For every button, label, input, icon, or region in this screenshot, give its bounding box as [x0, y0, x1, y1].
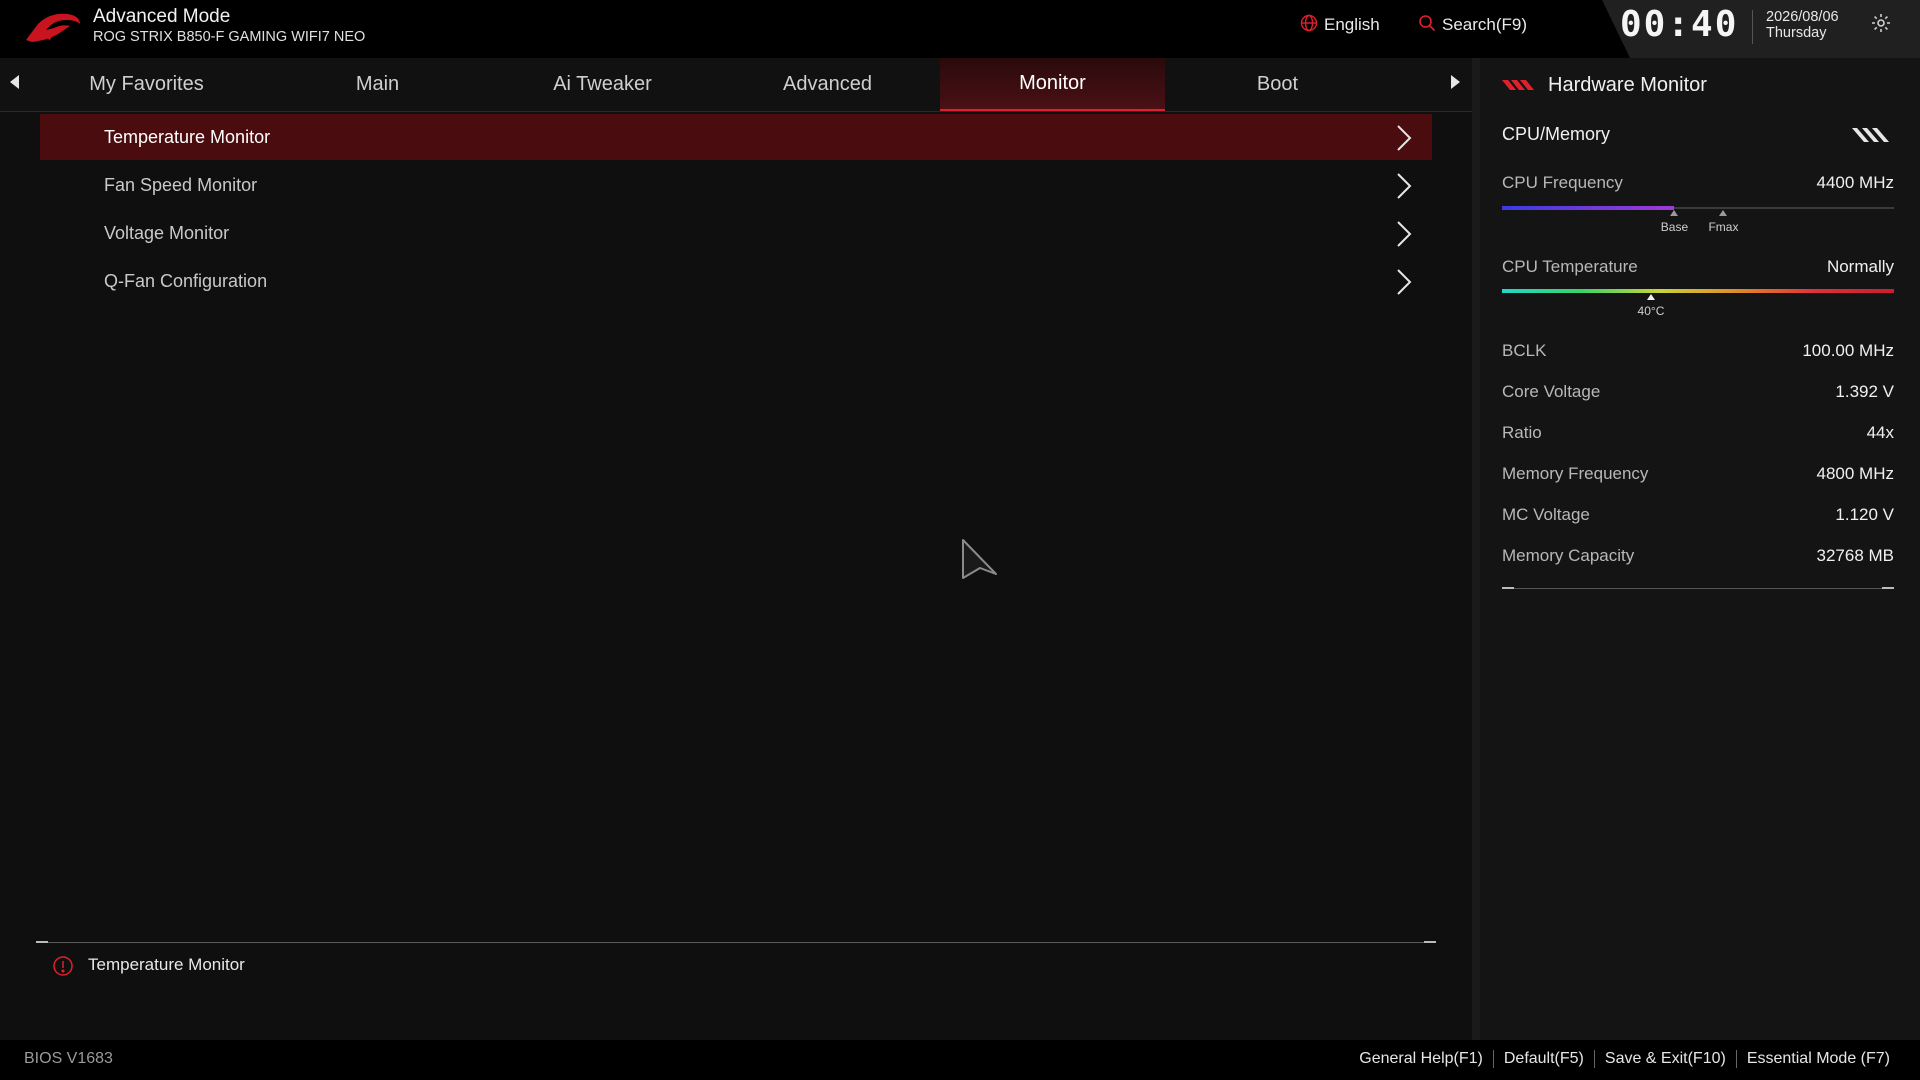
fmax-marker-label: Fmax [1708, 220, 1739, 234]
gear-icon[interactable] [1870, 12, 1892, 39]
memory-capacity-row: Memory Capacity 32768 MB [1502, 546, 1894, 566]
temperature-marker-label: 40°C [1637, 304, 1665, 318]
cpu-temperature-bar [1502, 289, 1894, 293]
language-selector[interactable]: English [1300, 14, 1380, 36]
core-voltage-value: 1.392 V [1835, 382, 1894, 401]
temperature-marker-icon [1646, 294, 1655, 300]
search-icon [1418, 14, 1436, 37]
bclk-label: BCLK [1502, 341, 1547, 360]
language-label: English [1324, 15, 1380, 34]
memory-capacity-label: Memory Capacity [1502, 546, 1635, 565]
bclk-row: BCLK 100.00 MHz [1502, 341, 1894, 361]
menu-item-voltage-monitor[interactable]: Voltage Monitor [40, 210, 1432, 256]
cpu-frequency-row: CPU Frequency 4400 MHz [1502, 173, 1894, 193]
menu-item-fan-speed-monitor[interactable]: Fan Speed Monitor [40, 162, 1432, 208]
core-voltage-row: Core Voltage 1.392 V [1502, 382, 1894, 402]
main-panel: Temperature Monitor Fan Speed Monitor Vo… [0, 112, 1472, 1040]
weekday-label: Thursday [1766, 25, 1827, 41]
memory-capacity-value: 32768 MB [1816, 546, 1895, 565]
help-divider [36, 941, 1436, 943]
chevron-right-icon [1396, 220, 1412, 253]
top-bar: Advanced Mode ROG STRIX B850-F GAMING WI… [0, 0, 1920, 58]
base-marker-icon [1670, 210, 1679, 216]
tab-main[interactable]: Main [265, 58, 490, 111]
divider [1752, 10, 1753, 44]
tab-scroll-left-button[interactable] [0, 58, 28, 111]
tab-bar: My Favorites Main Ai Tweaker Advanced Mo… [0, 58, 1472, 112]
cpu-frequency-label: CPU Frequency [1502, 173, 1623, 192]
cpu-frequency-fill [1502, 206, 1675, 210]
chevron-right-icon [1396, 124, 1412, 157]
menu-item-q-fan-configuration[interactable]: Q-Fan Configuration [40, 258, 1432, 304]
hardware-monitor-panel: Hardware Monitor CPU/Memory CPU Frequenc… [1480, 58, 1920, 1040]
fmax-marker-icon [1719, 210, 1728, 216]
tab-boot[interactable]: Boot [1165, 58, 1390, 111]
section-title: CPU/Memory [1502, 124, 1611, 144]
chevron-right-icon [1396, 172, 1412, 205]
divider [1593, 1050, 1595, 1068]
clock: 00:40 [1620, 4, 1739, 45]
ratio-label: Ratio [1502, 423, 1542, 442]
triangle-right-icon [1450, 74, 1462, 95]
menu-item-label: Q-Fan Configuration [104, 270, 268, 291]
cpu-temperature-row: CPU Temperature Normally [1502, 257, 1894, 277]
triangle-left-icon [8, 74, 20, 95]
date-display: 2026/08/06 Thursday [1766, 9, 1839, 41]
search-label: Search(F9) [1442, 15, 1528, 34]
cpu-temperature-label: CPU Temperature [1502, 257, 1638, 276]
date-label: 2026/08/06 [1766, 9, 1839, 25]
board-name: ROG STRIX B850-F GAMING WIFI7 NEO [93, 29, 366, 45]
cpu-frequency-value: 4400 MHz [1816, 173, 1894, 192]
bclk-value: 100.00 MHz [1802, 341, 1894, 360]
ratio-value: 44x [1866, 423, 1894, 442]
bottom-actions: General Help(F1) Default(F5) Save & Exit… [1359, 1050, 1890, 1068]
menu-item-temperature-monitor[interactable]: Temperature Monitor [40, 114, 1432, 160]
tab-my-favorites[interactable]: My Favorites [34, 58, 259, 111]
bottom-bar: BIOS V1683 General Help(F1) Default(F5) … [0, 1040, 1920, 1080]
memory-frequency-row: Memory Frequency 4800 MHz [1502, 464, 1894, 484]
hardware-monitor-icon [1502, 78, 1538, 97]
tab-advanced[interactable]: Advanced [715, 58, 940, 111]
panel-divider [1472, 58, 1480, 1040]
default-button[interactable]: Default(F5) [1504, 1050, 1584, 1068]
search-button[interactable]: Search(F9) [1418, 14, 1527, 36]
divider [1492, 1050, 1494, 1068]
cpu-temperature-value: Normally [1826, 257, 1894, 276]
core-voltage-label: Core Voltage [1502, 382, 1601, 401]
base-marker-label: Base [1660, 220, 1689, 234]
mc-voltage-row: MC Voltage 1.120 V [1502, 505, 1894, 525]
menu-item-label: Fan Speed Monitor [104, 174, 258, 195]
memory-frequency-label: Memory Frequency [1502, 464, 1649, 483]
cpu-frequency-bar [1502, 206, 1894, 210]
rog-logo-icon [24, 10, 82, 49]
menu-item-label: Voltage Monitor [104, 222, 230, 243]
save-exit-button[interactable]: Save & Exit(F10) [1605, 1050, 1726, 1068]
mode-title: Advanced Mode [93, 6, 231, 27]
ratio-row: Ratio 44x [1502, 423, 1894, 443]
chevron-right-icon [1396, 268, 1412, 301]
tab-scroll-right-button[interactable] [1442, 58, 1470, 111]
divider [1735, 1050, 1737, 1068]
tab-ai-tweaker[interactable]: Ai Tweaker [490, 58, 715, 111]
tab-monitor[interactable]: Monitor [940, 58, 1165, 111]
bios-version: BIOS V1683 [24, 1050, 113, 1067]
section-end-divider [1502, 587, 1894, 589]
mouse-cursor-icon [960, 538, 998, 585]
hardware-monitor-title: Hardware Monitor [1548, 74, 1707, 96]
mc-voltage-value: 1.120 V [1835, 505, 1894, 524]
stripes-icon[interactable] [1852, 126, 1894, 149]
mc-voltage-label: MC Voltage [1502, 505, 1590, 524]
help-text: Temperature Monitor [88, 955, 245, 974]
essential-mode-button[interactable]: Essential Mode (F7) [1747, 1050, 1890, 1068]
menu-item-label: Temperature Monitor [104, 126, 271, 147]
general-help-button[interactable]: General Help(F1) [1359, 1050, 1483, 1068]
info-icon [52, 955, 74, 982]
memory-frequency-value: 4800 MHz [1816, 464, 1894, 483]
globe-icon [1300, 14, 1318, 37]
